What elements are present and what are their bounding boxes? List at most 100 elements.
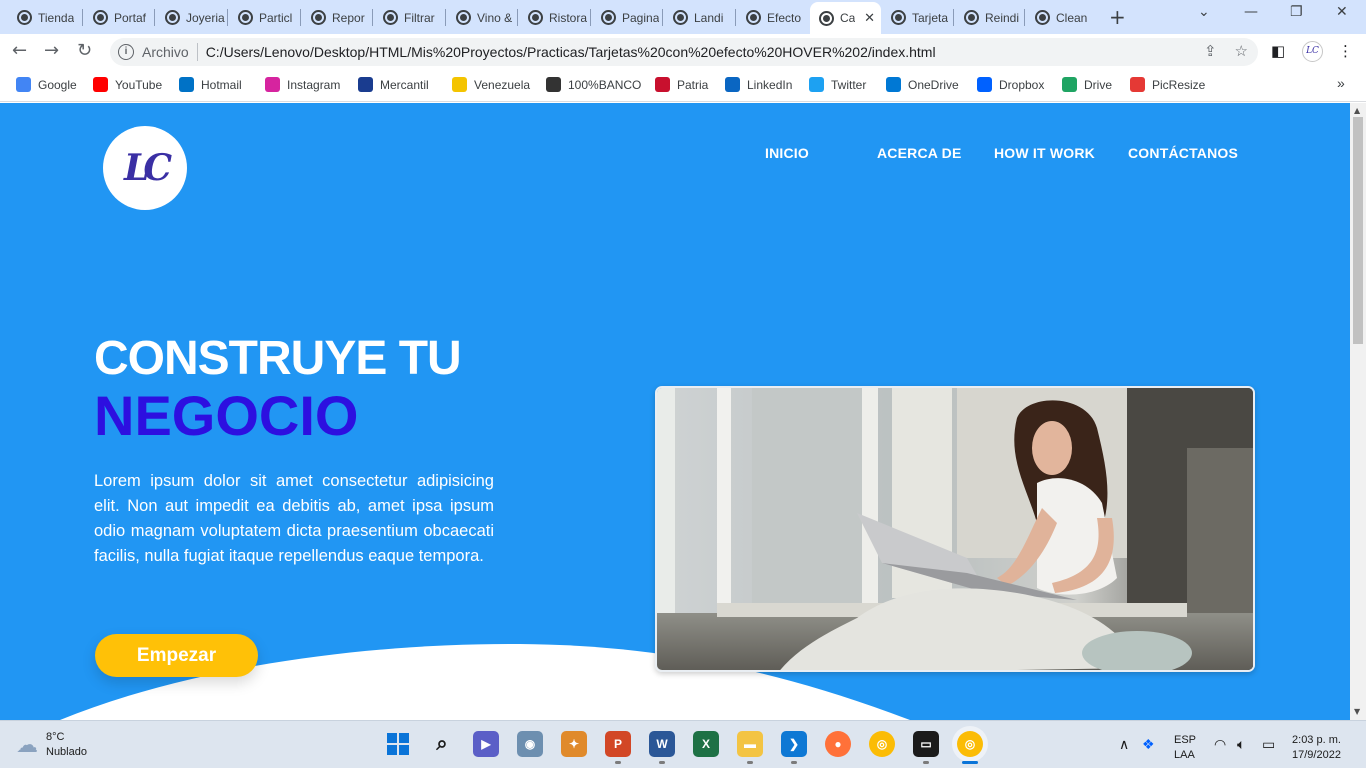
chrome-icon[interactable]: ◎ [869, 731, 895, 757]
bookmark-item[interactable]: Google [16, 77, 77, 92]
firefox-icon[interactable]: ● [825, 731, 851, 757]
scroll-down-icon[interactable]: ▼ [1354, 707, 1360, 716]
browser-tab[interactable]: Vino & [447, 5, 516, 30]
side-panel-icon[interactable]: ◧ [1271, 42, 1285, 60]
file-explorer-icon[interactable]: ▬ [737, 731, 763, 757]
tray-overflow-icon[interactable]: ∧ [1119, 736, 1129, 753]
hero-title-line1: CONSTRUYE TU [94, 332, 462, 385]
page-scrollbar[interactable]: ▲ ▼ [1350, 103, 1366, 720]
dropbox-tray-icon[interactable]: ❖ [1142, 736, 1155, 753]
vscode-running-indicator [791, 761, 797, 764]
nav-link-how-it-work[interactable]: HOW IT WORK [994, 145, 1095, 161]
close-window-icon[interactable]: ✕ [1336, 4, 1348, 20]
tab-label: Vino & [477, 10, 513, 25]
forward-icon[interactable]: → [44, 40, 59, 61]
media-player-icon[interactable]: ◉ [517, 731, 543, 757]
language-indicator[interactable]: ESP LAA [1174, 733, 1196, 763]
browser-tab[interactable]: Reindi [955, 5, 1023, 30]
browser-tab[interactable]: Ca ✕ [810, 2, 881, 34]
scheme-label: Archivo [142, 44, 189, 60]
globe-icon [673, 10, 688, 25]
tab-label: Tienda [38, 10, 75, 25]
wifi-icon[interactable]: ◠ [1214, 736, 1226, 753]
globe-icon [165, 10, 180, 25]
chat-icon[interactable]: ▶ [473, 731, 499, 757]
scroll-thumb[interactable] [1353, 117, 1363, 344]
bookmark-favicon-icon [179, 77, 194, 92]
hero-description: Lorem ipsum dolor sit amet consectetur a… [94, 472, 494, 565]
bookmark-favicon-icon [1062, 77, 1077, 92]
bookmark-label: Venezuela [474, 77, 531, 92]
profile-avatar[interactable]: LC [1302, 41, 1323, 62]
weather-widget[interactable]: ☁ 8°C Nublado [16, 730, 87, 760]
tab-label: Particl [259, 10, 293, 25]
browser-tab[interactable]: Clean [1026, 5, 1098, 30]
url-text[interactable]: C:/Users/Lenovo/Desktop/HTML/Mis%20Proye… [206, 44, 936, 60]
bookmark-item[interactable]: Instagram [265, 77, 340, 92]
excel-icon[interactable]: X [693, 731, 719, 757]
battery-icon[interactable]: ▭ [1262, 736, 1275, 753]
nav-link-inicio[interactable]: INICIO [765, 145, 809, 161]
start-icon[interactable] [385, 731, 411, 757]
browser-tab[interactable]: Repor [302, 5, 371, 30]
minimize-icon[interactable]: — [1244, 4, 1258, 20]
game-app-icon[interactable]: ✦ [561, 731, 587, 757]
volume-icon[interactable]: 🔈︎ [1237, 736, 1245, 753]
bookmark-item[interactable]: Dropbox [977, 77, 1044, 92]
browser-tab[interactable]: Filtrar [374, 5, 444, 30]
bookmark-item[interactable]: OneDrive [886, 77, 959, 92]
bookmark-item[interactable]: 100%BANCO [546, 77, 641, 92]
browser-tab[interactable]: Landi [664, 5, 734, 30]
new-tab-button[interactable]: + [1109, 5, 1126, 29]
bookmark-star-icon[interactable]: ☆ [1235, 42, 1248, 60]
browser-tab[interactable]: Particl [229, 5, 299, 30]
bookmark-item[interactable]: Patria [655, 77, 708, 92]
bookmark-item[interactable]: Hotmail [179, 77, 242, 92]
nav-link-acerca-de[interactable]: ACERCA DE [877, 145, 962, 161]
browser-tab[interactable]: Portaf [84, 5, 153, 30]
bookmark-favicon-icon [93, 77, 108, 92]
search-icon[interactable]: ⌕ [429, 731, 455, 757]
browser-tab[interactable]: Ristora [519, 5, 589, 30]
close-tab-icon[interactable]: ✕ [864, 10, 875, 26]
start-button[interactable]: Empezar [95, 634, 258, 677]
bookmark-item[interactable]: PicResize [1130, 77, 1205, 92]
share-icon[interactable]: ⇪ [1204, 42, 1217, 60]
info-icon[interactable]: i [118, 44, 134, 60]
scroll-up-icon[interactable]: ▲ [1354, 106, 1360, 115]
globe-icon [238, 10, 253, 25]
chrome-profile-icon[interactable]: ◎ [957, 731, 983, 757]
back-icon[interactable]: ← [12, 40, 27, 61]
bookmark-label: Twitter [831, 77, 867, 92]
browser-tab[interactable]: Joyeria [156, 5, 226, 30]
browser-tab[interactable]: Pagina [592, 5, 661, 30]
site-logo[interactable]: LC [103, 126, 187, 210]
bookmark-item[interactable]: Mercantil [358, 77, 429, 92]
tab-separator [953, 9, 954, 26]
terminal-running-indicator [923, 761, 929, 764]
vscode-icon[interactable]: ❯ [781, 731, 807, 757]
more-bookmarks-icon[interactable]: » [1337, 75, 1345, 91]
bookmark-item[interactable]: LinkedIn [725, 77, 792, 92]
bookmark-item[interactable]: Drive [1062, 77, 1112, 92]
bookmark-item[interactable]: Twitter [809, 77, 866, 92]
browser-tab[interactable]: Tienda [8, 5, 81, 30]
tab-separator [154, 9, 155, 26]
menu-icon[interactable]: ⋮ [1338, 42, 1353, 60]
bookmark-label: Instagram [287, 77, 341, 92]
bookmark-item[interactable]: YouTube [93, 77, 162, 92]
bookmark-item[interactable]: Venezuela [452, 77, 530, 92]
address-bar[interactable]: i Archivo C:/Users/Lenovo/Desktop/HTML/M… [110, 38, 1258, 66]
clock[interactable]: 2:03 p. m. 17/9/2022 [1292, 733, 1341, 763]
browser-tab[interactable]: Efecto [737, 5, 807, 30]
powerpoint-icon[interactable]: P [605, 731, 631, 757]
reload-icon[interactable]: ↻ [77, 40, 92, 61]
restore-icon[interactable]: ❐ [1290, 4, 1303, 20]
nav-link-contactanos[interactable]: CONTÁCTANOS [1128, 145, 1238, 161]
globe-icon [93, 10, 108, 25]
language-code: ESP [1174, 734, 1197, 746]
word-icon[interactable]: W [649, 731, 675, 757]
browser-tab[interactable]: Tarjeta [882, 5, 952, 30]
terminal-icon[interactable]: ▭ [913, 731, 939, 757]
tab-search-icon[interactable]: ⌄ [1198, 4, 1210, 20]
